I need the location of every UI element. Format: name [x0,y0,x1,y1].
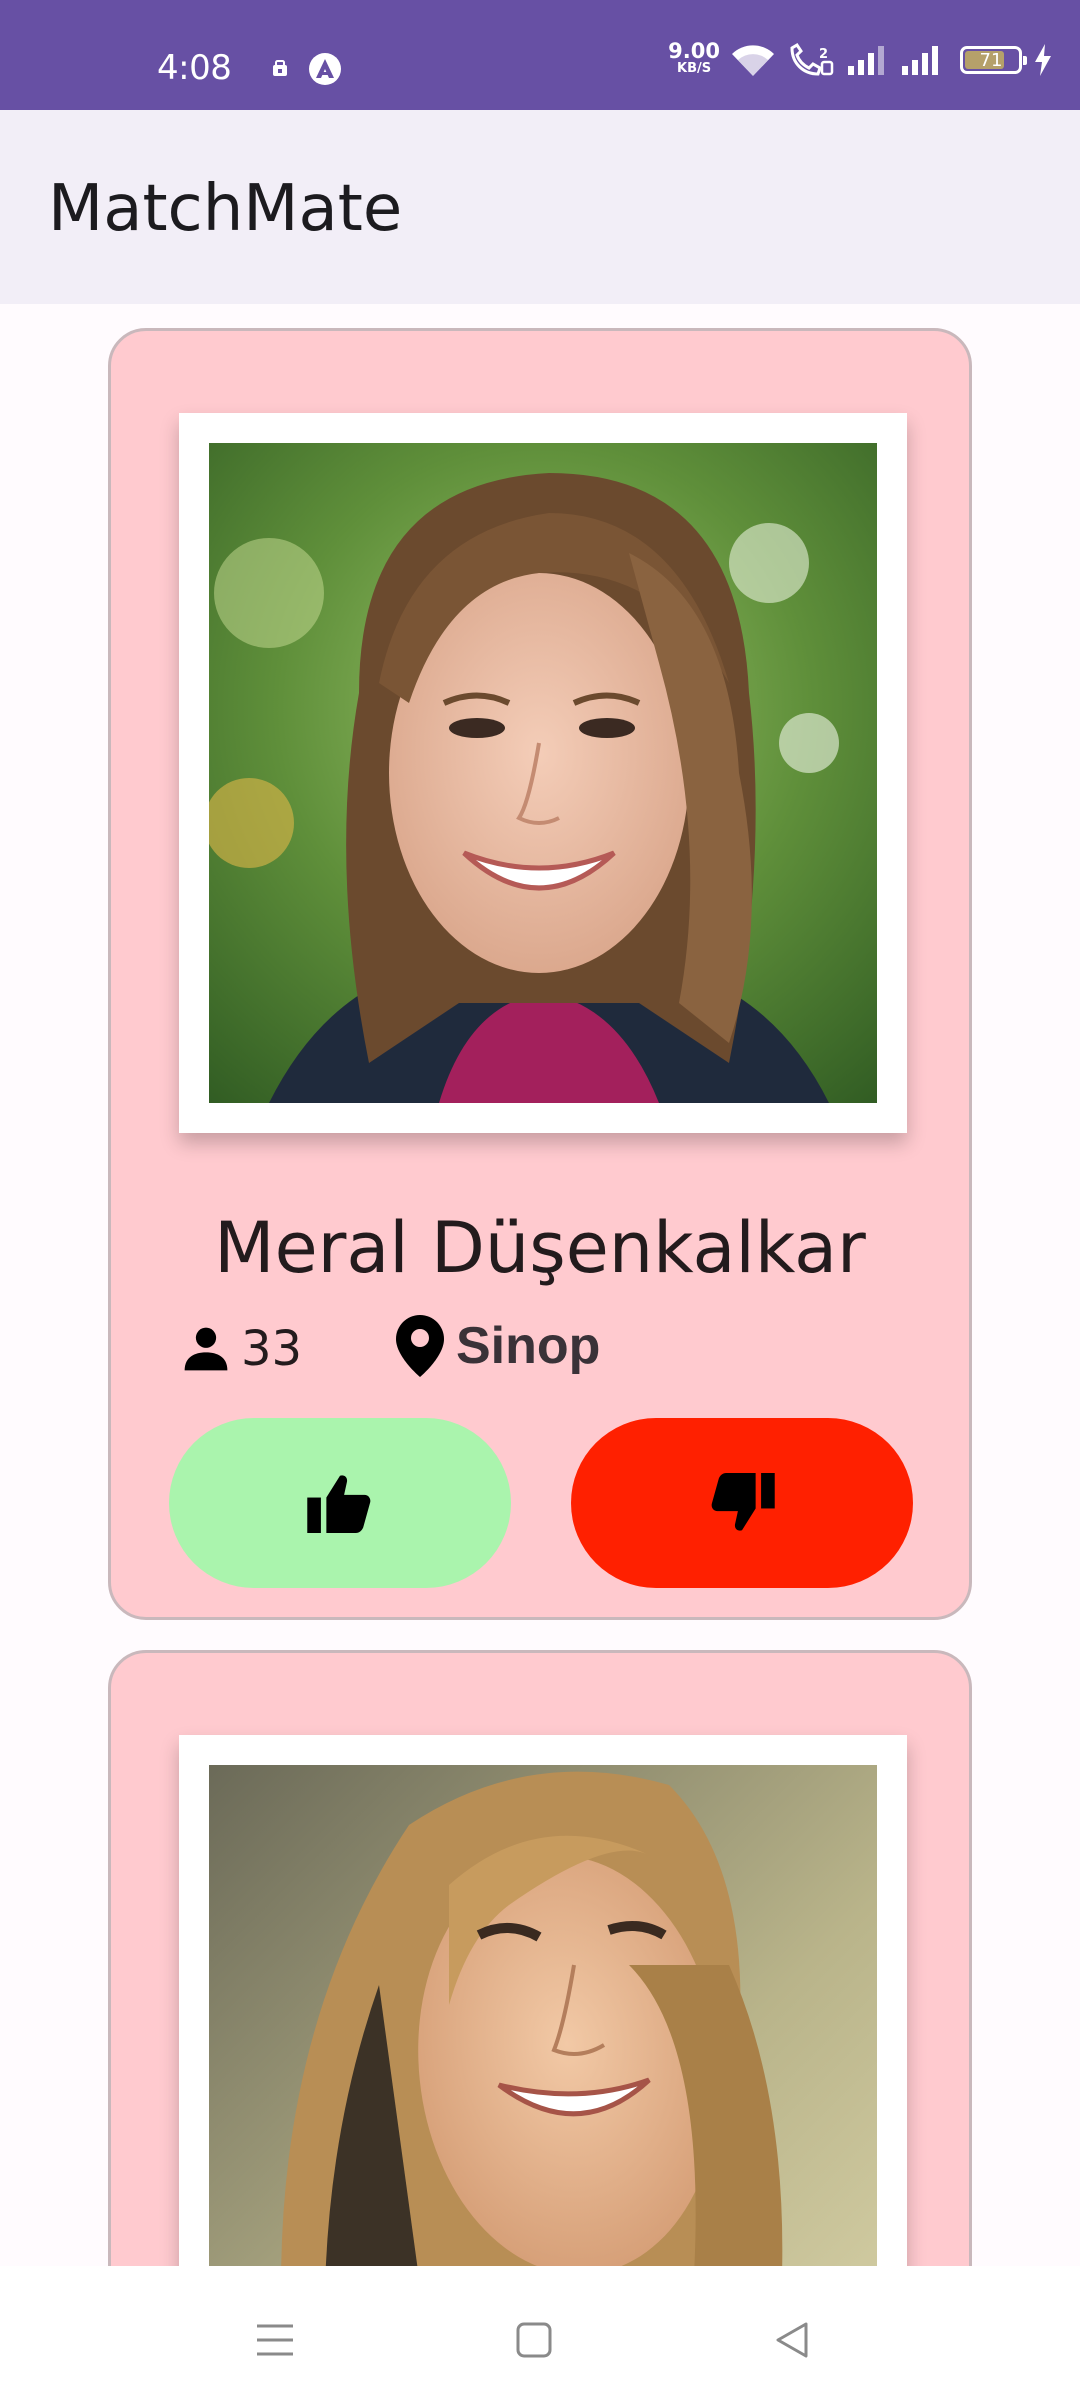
battery-level: 71 [979,49,1003,71]
profile-card: Meral Düşenkalkar 33 Sinop [108,328,972,1620]
back-button[interactable] [762,2310,822,2370]
location-pin-icon [396,1315,444,1377]
battery-icon: 71 [960,46,1027,74]
profile-card [108,1650,972,2266]
wifi-icon [732,45,774,76]
profile-age: 33 [179,1321,302,1377]
notification-icon [273,60,287,76]
profile-name: Meral Düşenkalkar [214,1207,866,1289]
volte-icon: 2 [790,42,834,76]
profile-age-value: 33 [241,1321,303,1377]
profile-location-value: Sinop [456,1317,601,1375]
back-icon [776,2322,808,2358]
dislike-button[interactable] [571,1418,913,1588]
profile-photo-frame [179,413,907,1133]
signal-icon [902,46,938,75]
svg-text:2: 2 [819,47,828,62]
thumbs-down-icon [711,1473,775,1531]
status-system-icons: 9.00 KB/S 2 71 [668,41,1054,78]
profile-photo-frame [179,1735,907,2266]
signal-icon [848,46,884,75]
person-icon [184,1327,228,1371]
profile-photo [209,443,877,1103]
menu-button[interactable] [245,2310,305,2370]
profile-list[interactable]: Meral Düşenkalkar 33 Sinop [0,304,1080,2266]
charging-icon [1035,44,1051,76]
profile-location: Sinop [396,1315,600,1377]
like-button[interactable] [169,1418,511,1588]
profile-photo [209,1765,877,2266]
status-notification-icons [270,52,342,86]
home-icon [516,2322,552,2358]
app-icon [309,53,341,85]
status-bar: 4:08 9.00 KB/S 2 71 [0,0,1080,110]
network-speed: 9.00 KB/S [668,41,720,77]
status-time: 4:08 [157,48,232,88]
home-button[interactable] [504,2310,564,2370]
thumbs-up-icon [307,1475,371,1533]
app-bar: MatchMate [0,110,1080,304]
app-title: MatchMate [48,172,403,246]
system-navigation-bar [0,2266,1080,2400]
menu-icon [257,2324,293,2356]
